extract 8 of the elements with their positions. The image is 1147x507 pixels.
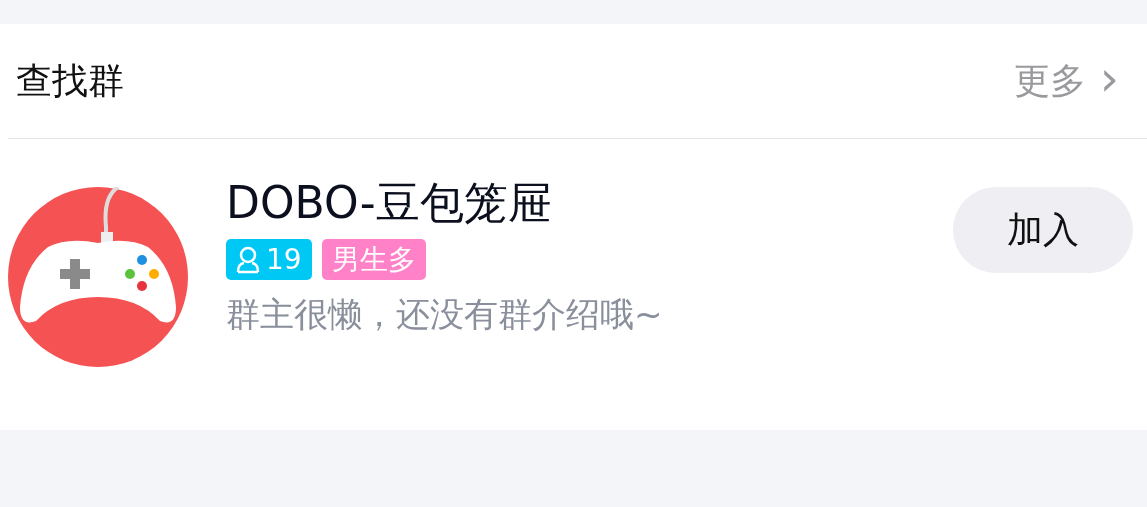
group-description: 群主很懒，还没有群介绍哦~ <box>226 293 664 336</box>
group-tag: 男生多 <box>321 239 426 280</box>
member-count-tag: 19 <box>226 239 312 280</box>
section-title: 查找群 <box>16 59 124 103</box>
group-name: DOBO-豆包笼屉 <box>226 176 553 230</box>
person-icon <box>236 245 260 274</box>
gamepad-avatar-icon <box>8 187 188 367</box>
join-button[interactable]: 加入 <box>953 187 1133 273</box>
